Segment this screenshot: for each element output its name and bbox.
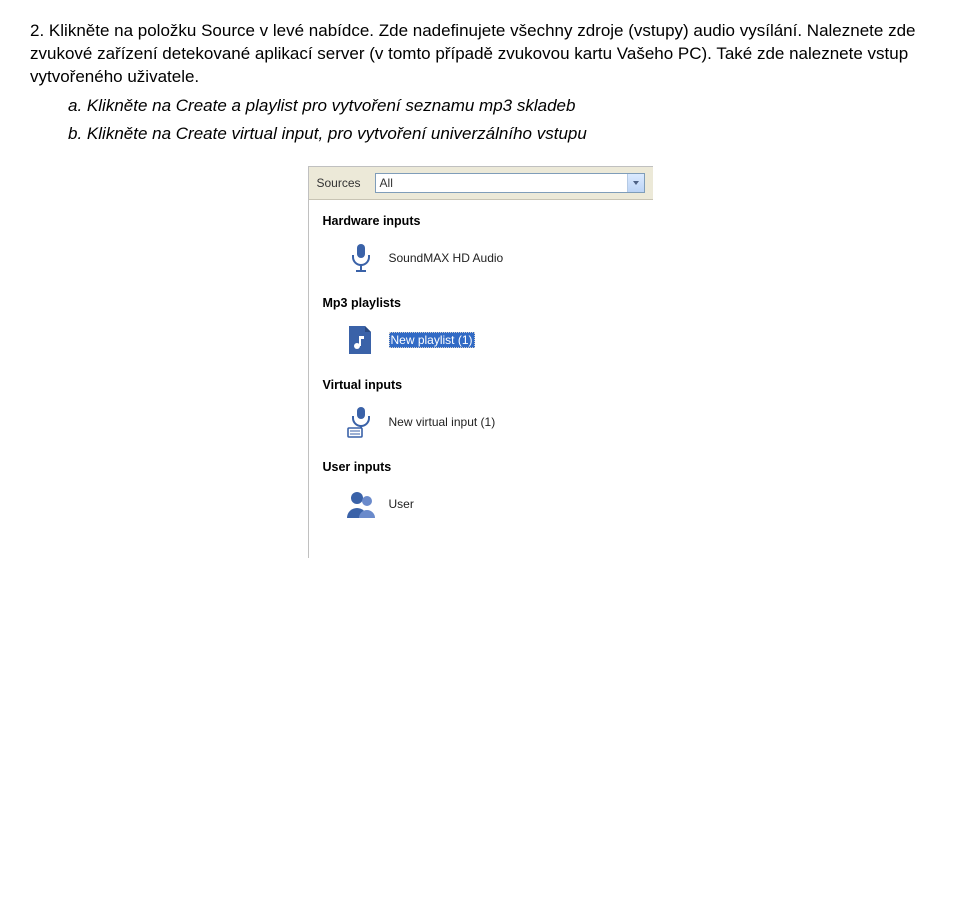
virtual-input-item[interactable]: New virtual input (1) <box>309 398 653 446</box>
mp3-playlist-item[interactable]: New playlist (1) <box>309 316 653 364</box>
sub-list: a. Klikněte na Create a playlist pro vyt… <box>68 93 930 148</box>
sources-filter-dropdown[interactable]: All <box>375 173 645 193</box>
sources-panel: Sources All Hardware inputs SoundMAX HD … <box>308 166 653 558</box>
sub-text: Klikněte na Create a playlist pro vytvoř… <box>87 96 576 115</box>
dropdown-value: All <box>376 174 627 192</box>
sub-item-b: b. Klikněte na Create virtual input, pro… <box>68 121 930 147</box>
sub-letter: b. <box>68 124 82 143</box>
instruction-paragraph: 2. Klikněte na položku Source v levé nab… <box>30 20 930 89</box>
user-input-item[interactable]: User <box>309 480 653 528</box>
sub-letter: a. <box>68 96 82 115</box>
section-mp3-header: Mp3 playlists <box>309 282 653 316</box>
step-text: Klikněte na položku Source v levé nabídc… <box>30 21 915 86</box>
sources-label: Sources <box>317 176 361 190</box>
section-hardware-header: Hardware inputs <box>309 200 653 234</box>
mp3-playlist-label: New playlist (1) <box>389 332 475 348</box>
microphone-icon <box>345 242 377 274</box>
step-number: 2. <box>30 21 44 40</box>
chevron-down-icon <box>633 181 639 185</box>
playlist-file-icon <box>345 324 377 356</box>
hardware-input-item[interactable]: SoundMAX HD Audio <box>309 234 653 282</box>
virtual-input-icon <box>345 406 377 438</box>
section-user-header: User inputs <box>309 446 653 480</box>
dropdown-button[interactable] <box>627 174 644 192</box>
user-input-label: User <box>389 497 414 511</box>
user-icon <box>345 488 377 520</box>
virtual-input-label: New virtual input (1) <box>389 415 496 429</box>
section-virtual-header: Virtual inputs <box>309 364 653 398</box>
sub-item-a: a. Klikněte na Create a playlist pro vyt… <box>68 93 930 119</box>
filter-row: Sources All <box>309 167 653 200</box>
hardware-input-label: SoundMAX HD Audio <box>389 251 504 265</box>
sub-text: Klikněte na Create virtual input, pro vy… <box>87 124 587 143</box>
